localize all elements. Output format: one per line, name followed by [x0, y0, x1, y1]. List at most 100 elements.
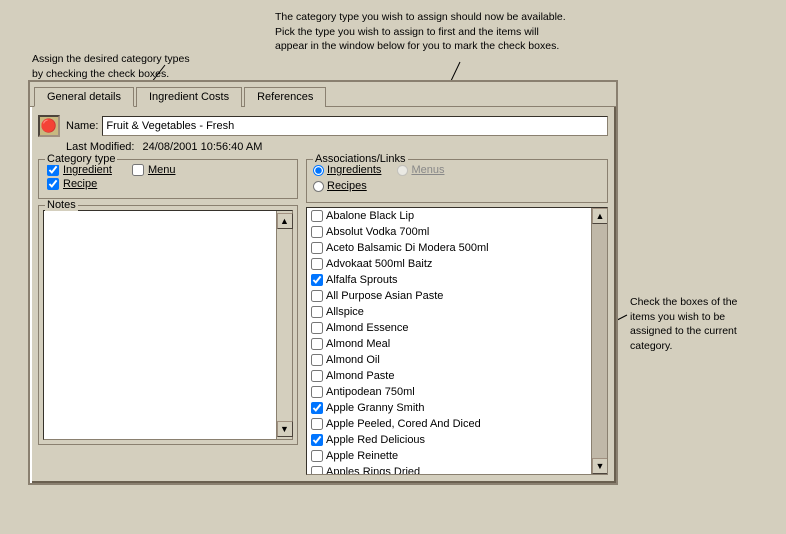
tab-bar: General details Ingredient Costs Referen…: [30, 82, 616, 107]
notes-inner: ▲ ▼: [43, 210, 293, 440]
list-item-label: Advokaat 500ml Baitz: [326, 258, 432, 270]
list-item: Allspice: [307, 304, 591, 320]
notes-label: Notes: [45, 199, 78, 211]
notes-group: Notes ▲ ▼: [38, 205, 298, 445]
list-item-label: Alfalfa Sprouts: [326, 274, 398, 286]
item-icon: 🔴: [38, 115, 60, 137]
list-item-label: Almond Oil: [326, 354, 380, 366]
list-item: Apples Rings Dried: [307, 464, 591, 474]
main-window: General details Ingredient Costs Referen…: [28, 80, 618, 485]
tab-ingredient-costs[interactable]: Ingredient Costs: [136, 87, 242, 107]
list-item-label: Abalone Black Lip: [326, 210, 414, 222]
list-scroll-down[interactable]: ▼: [592, 458, 608, 474]
list-item-checkbox-14[interactable]: [311, 434, 323, 446]
category-type-group: Category type Ingredient Menu Recipe: [38, 159, 298, 199]
ingredients-list: Abalone Black Lip Absolut Vodka 700ml Acet…: [306, 207, 608, 475]
recipe-row: Recipe: [47, 178, 289, 190]
list-item: Almond Paste: [307, 368, 591, 384]
two-col-layout: Category type Ingredient Menu Recipe: [38, 159, 608, 475]
list-item-label: Apple Granny Smith: [326, 402, 424, 414]
modified-label: Last Modified:: [66, 141, 134, 153]
name-label: Name:: [66, 120, 98, 132]
list-item: Abalone Black Lip: [307, 208, 591, 224]
left-column: Category type Ingredient Menu Recipe: [38, 159, 298, 475]
content-area: 🔴 Name: Last Modified: 24/08/2001 10:56:…: [30, 107, 616, 483]
list-item: Apple Peeled, Cored And Diced: [307, 416, 591, 432]
menu-checkbox[interactable]: [132, 164, 144, 176]
list-item-checkbox-7[interactable]: [311, 322, 323, 334]
list-item-label: Almond Paste: [326, 370, 394, 382]
list-item-checkbox-0[interactable]: [311, 210, 323, 222]
list-item: Antipodean 750ml: [307, 384, 591, 400]
recipes-radio[interactable]: [313, 181, 324, 192]
ingredient-row: Ingredient Menu: [47, 164, 289, 176]
menu-label: Menu: [148, 164, 176, 176]
list-item: Apple Reinette: [307, 448, 591, 464]
list-item-label: Almond Essence: [326, 322, 409, 334]
assoc-label: Associations/Links: [313, 153, 408, 165]
list-item-checkbox-5[interactable]: [311, 290, 323, 302]
list-items-area[interactable]: Abalone Black Lip Absolut Vodka 700ml Acet…: [307, 208, 591, 474]
ingredients-radio-label: Ingredients: [327, 164, 381, 176]
list-item: All Purpose Asian Paste: [307, 288, 591, 304]
right-annotation: Check the boxes of the items you wish to…: [630, 295, 780, 354]
list-item-checkbox-16[interactable]: [311, 466, 323, 474]
notes-scroll-down[interactable]: ▼: [277, 421, 293, 437]
scroll-track: [592, 224, 607, 458]
list-item: Absolut Vodka 700ml: [307, 224, 591, 240]
top-annotation: The category type you wish to assign sho…: [275, 10, 615, 54]
radio-row-2: Recipes: [313, 180, 601, 192]
list-item-label: Allspice: [326, 306, 364, 318]
list-item-label: Almond Meal: [326, 338, 390, 350]
list-item-label: Antipodean 750ml: [326, 386, 415, 398]
modified-row: Last Modified: 24/08/2001 10:56:40 AM: [38, 141, 608, 153]
list-item-label: Absolut Vodka 700ml: [326, 226, 429, 238]
list-item-checkbox-15[interactable]: [311, 450, 323, 462]
recipes-radio-label: Recipes: [327, 180, 367, 192]
notes-scroll-up[interactable]: ▲: [277, 213, 293, 229]
list-item-label: Aceto Balsamic Di Modera 500ml: [326, 242, 489, 254]
list-item: Advokaat 500ml Baitz: [307, 256, 591, 272]
tab-references[interactable]: References: [244, 87, 326, 107]
menus-radio[interactable]: [397, 165, 408, 176]
list-item-checkbox-3[interactable]: [311, 258, 323, 270]
list-item-label: Apples Rings Dried: [326, 466, 420, 474]
notes-textarea[interactable]: [44, 211, 276, 439]
list-item-checkbox-10[interactable]: [311, 370, 323, 382]
name-input[interactable]: [102, 116, 608, 136]
left-annotation: Assign the desired category types by che…: [32, 52, 232, 81]
radio-row-1: Ingredients Menus: [313, 164, 601, 176]
category-group-label: Category type: [45, 153, 117, 165]
ingredients-radio[interactable]: [313, 165, 324, 176]
radio-menus: Menus: [397, 164, 444, 176]
list-item-checkbox-8[interactable]: [311, 338, 323, 350]
recipe-checkbox[interactable]: [47, 178, 59, 190]
list-scrollbar: ▲ ▼: [591, 208, 607, 474]
list-item-label: All Purpose Asian Paste: [326, 290, 443, 302]
list-item: Alfalfa Sprouts: [307, 272, 591, 288]
list-item: Almond Essence: [307, 320, 591, 336]
list-item-checkbox-1[interactable]: [311, 226, 323, 238]
list-item: Apple Red Delicious: [307, 432, 591, 448]
associations-group: Associations/Links Ingredients Menus: [306, 159, 608, 203]
ingredient-checkbox[interactable]: [47, 164, 59, 176]
list-item-checkbox-6[interactable]: [311, 306, 323, 318]
list-item-checkbox-4[interactable]: [311, 274, 323, 286]
list-item: Aceto Balsamic Di Modera 500ml: [307, 240, 591, 256]
name-row: 🔴 Name:: [38, 115, 608, 137]
list-scroll-up[interactable]: ▲: [592, 208, 608, 224]
radio-ingredients: Ingredients: [313, 164, 381, 176]
list-item-checkbox-9[interactable]: [311, 354, 323, 366]
right-column: Associations/Links Ingredients Menus: [306, 159, 608, 475]
list-item-label: Apple Reinette: [326, 450, 398, 462]
list-item-checkbox-2[interactable]: [311, 242, 323, 254]
modified-value: 24/08/2001 10:56:40 AM: [142, 141, 262, 153]
list-item-label: Apple Red Delicious: [326, 434, 425, 446]
tab-general-details[interactable]: General details: [34, 87, 134, 107]
list-item-checkbox-12[interactable]: [311, 402, 323, 414]
list-item-checkbox-13[interactable]: [311, 418, 323, 430]
notes-scrollbar[interactable]: ▲ ▼: [276, 211, 292, 439]
menus-radio-label: Menus: [411, 164, 444, 176]
list-item-checkbox-11[interactable]: [311, 386, 323, 398]
radio-recipes: Recipes: [313, 180, 367, 192]
